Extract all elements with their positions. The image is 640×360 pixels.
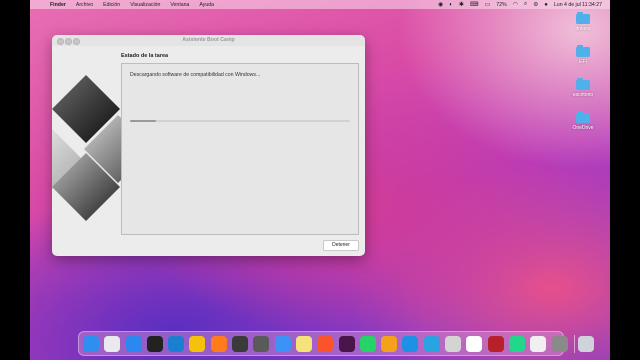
brave-icon[interactable] xyxy=(317,335,334,352)
parallels-icon[interactable] xyxy=(445,335,462,352)
desktop-icon-drivers[interactable]: drivers xyxy=(563,12,603,32)
finder-icon[interactable] xyxy=(83,335,99,352)
folder-icon xyxy=(576,78,590,90)
telegram-icon[interactable] xyxy=(423,335,440,352)
chrome-icon[interactable] xyxy=(189,335,206,352)
desktop-icon-label: EFI xyxy=(579,59,587,65)
system-preferences-icon[interactable] xyxy=(551,335,568,352)
stop-button[interactable]: Detener xyxy=(323,240,359,251)
whatsapp-icon[interactable] xyxy=(359,335,376,352)
notes-icon[interactable] xyxy=(295,335,312,352)
status-message: Descargando software de compatibilidad c… xyxy=(130,72,261,78)
slack-icon[interactable] xyxy=(338,335,355,352)
folder-icon xyxy=(576,45,590,57)
launchpad-icon[interactable] xyxy=(104,335,121,352)
vmware-icon[interactable] xyxy=(466,335,483,352)
task-status-heading: Estado de la tarea xyxy=(121,53,169,59)
filezilla-icon[interactable] xyxy=(487,335,504,352)
bluetooth-icon[interactable]: ✱ xyxy=(459,1,464,8)
siri-icon[interactable]: ● xyxy=(544,2,548,8)
menu-edicion[interactable]: Edición xyxy=(103,2,120,8)
docker-icon[interactable] xyxy=(402,335,419,352)
firefox-icon[interactable] xyxy=(210,335,227,352)
safari-icon[interactable] xyxy=(125,335,142,352)
dock-separator xyxy=(573,334,575,353)
desktop-icon-escritorio[interactable]: escritorio xyxy=(563,78,603,98)
sublime-text-icon[interactable] xyxy=(232,335,249,352)
camera-status-icon[interactable]: ◉ xyxy=(438,1,443,8)
terminal-icon[interactable] xyxy=(146,335,163,352)
desktop-icon-label: drivers xyxy=(575,26,591,32)
desktop-icon-efi[interactable]: EFI xyxy=(563,45,603,65)
menu-extra-icon[interactable]: ◐ xyxy=(449,2,453,8)
trash-icon[interactable] xyxy=(578,335,595,352)
menu-bar: Finder Archivo Edición Visualización Ven… xyxy=(30,0,610,9)
virtualbox-icon[interactable] xyxy=(530,335,547,352)
pycharm-icon[interactable] xyxy=(508,335,525,352)
wifi-icon[interactable]: ◠ xyxy=(513,1,518,8)
desktop-icon-onedrive[interactable]: OneDrive xyxy=(563,111,603,131)
menu-ventana[interactable]: Ventana xyxy=(170,2,189,8)
desktop-icon-label: OneDrive xyxy=(572,125,594,131)
download-progress-fill xyxy=(130,120,157,122)
menu-visualizacion[interactable]: Visualización xyxy=(130,2,160,8)
dock xyxy=(78,331,595,356)
mail-icon[interactable] xyxy=(274,335,291,352)
battery-percentage[interactable]: 72% xyxy=(496,2,506,8)
proxyman-icon[interactable] xyxy=(253,335,270,352)
menu-archivo[interactable]: Archivo xyxy=(76,2,93,8)
windows-logo-icon xyxy=(52,75,128,221)
desktop-icon-label: escritorio xyxy=(572,92,594,98)
menubar-clock[interactable]: Lun 4 de jul 11:34:27 xyxy=(554,2,602,8)
desktop: Finder Archivo Edición Visualización Ven… xyxy=(30,0,610,360)
spotlight-search-icon[interactable]: ⌕ xyxy=(524,1,527,8)
folder-icon xyxy=(576,111,590,123)
keyboard-icon[interactable]: ⌨ xyxy=(470,1,479,8)
task-status-panel: Descargando software de compatibilidad c… xyxy=(121,63,359,235)
menu-app-name[interactable]: Finder xyxy=(50,2,66,8)
bootcamp-window: Asistente Boot Camp Estado de la tarea D… xyxy=(52,35,365,256)
menu-ayuda[interactable]: Ayuda xyxy=(199,2,214,8)
folder-icon xyxy=(576,12,590,24)
control-center-icon[interactable]: ⊜ xyxy=(533,1,538,8)
battery-icon[interactable]: ▭ xyxy=(485,1,491,8)
amphetamine-icon[interactable] xyxy=(381,335,398,352)
download-progress-bar xyxy=(130,120,350,122)
window-title: Asistente Boot Camp xyxy=(182,37,235,43)
visual-studio-code-icon[interactable] xyxy=(168,335,185,352)
